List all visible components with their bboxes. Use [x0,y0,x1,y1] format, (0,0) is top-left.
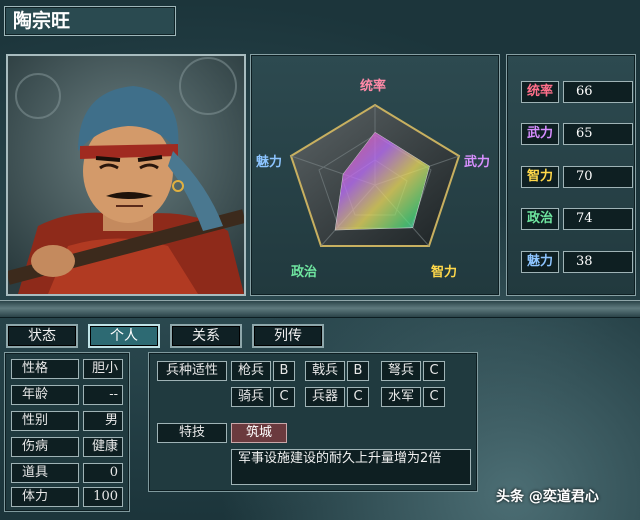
tab-status[interactable]: 状态 [6,324,78,348]
personal-info-panel: 性格 胆小 年龄 -- 性别 男 伤病 健康 道具 0 体力 100 [4,352,130,512]
stat-value: 70 [563,166,633,188]
stat-label: 政治 [521,208,559,230]
skill-name[interactable]: 筑城 [231,423,287,443]
game-screen: 陶宗旺 统率 武力 智力 政治 魅力 统率 66 武力 65 智力 70 政治 … [0,0,640,520]
stat-row-leadership: 统率 66 [521,81,633,103]
troop-aptitude-header: 兵种适性 [157,361,227,381]
stat-value: 38 [563,251,633,273]
stat-row-war: 武力 65 [521,123,633,145]
troop-grade: B [273,361,295,381]
personal-label: 性别 [11,411,79,431]
stat-value: 65 [563,123,633,145]
personal-value: -- [83,385,123,405]
stat-value: 66 [563,81,633,103]
troop-name: 兵器 [305,387,345,407]
radar-label-charm: 魅力 [256,155,283,170]
section-divider [0,300,640,318]
stat-row-intelligence: 智力 70 [521,166,633,188]
troop-grade: C [423,387,445,407]
troop-name: 枪兵 [231,361,271,381]
stat-label: 魅力 [521,251,559,273]
troop-grade: C [273,387,295,407]
radar-label-politics: 政治 [291,265,318,280]
personal-value: 胆小 [83,359,123,379]
character-portrait [6,54,246,296]
personal-label: 道具 [11,463,79,483]
personal-row: 性格 胆小 [11,359,123,379]
troop-name: 骑兵 [231,387,271,407]
watermark-text: 头条 @奕道君心 [496,489,599,505]
tab-personal[interactable]: 个人 [88,324,160,348]
troop-name: 戟兵 [305,361,345,381]
personal-value: 100 [83,487,123,507]
radar-label-leadership: 统率 [360,79,387,94]
stat-label: 智力 [521,166,559,188]
personal-row: 体力 100 [11,487,123,507]
personal-row: 年龄 -- [11,385,123,405]
troop-grade: C [423,361,445,381]
personal-label: 伤病 [11,437,79,457]
ability-radar: 统率 武力 智力 政治 魅力 [250,54,500,296]
personal-value: 男 [83,411,123,431]
troop-name: 弩兵 [381,361,421,381]
personal-label: 年龄 [11,385,79,405]
stat-label: 武力 [521,123,559,145]
troop-grade: C [347,387,369,407]
skill-header: 特技 [157,423,227,443]
personal-row: 性别 男 [11,411,123,431]
tab-biography[interactable]: 列传 [252,324,324,348]
character-name: 陶宗旺 [4,6,176,36]
stat-value: 74 [563,208,633,230]
troop-grade: B [347,361,369,381]
personal-label: 性格 [11,359,79,379]
skill-description: 军事设施建设的耐久上升量增为2倍 [231,449,471,485]
troop-name: 水军 [381,387,421,407]
personal-label: 体力 [11,487,79,507]
stat-label: 统率 [521,81,559,103]
personal-value: 0 [83,463,123,483]
personal-row: 伤病 健康 [11,437,123,457]
stat-row-charm: 魅力 38 [521,251,633,273]
tab-relations[interactable]: 关系 [170,324,242,348]
radar-label-war: 武力 [464,155,491,170]
personal-value: 健康 [83,437,123,457]
radar-label-intelligence: 智力 [431,265,458,280]
personal-row: 道具 0 [11,463,123,483]
stats-panel: 统率 66 武力 65 智力 70 政治 74 魅力 38 [506,54,636,296]
troop-aptitude-panel: 兵种适性 枪兵 B 戟兵 B 弩兵 C 骑兵 C 兵器 C 水军 C 特技 筑城… [148,352,478,492]
stat-row-politics: 政治 74 [521,208,633,230]
